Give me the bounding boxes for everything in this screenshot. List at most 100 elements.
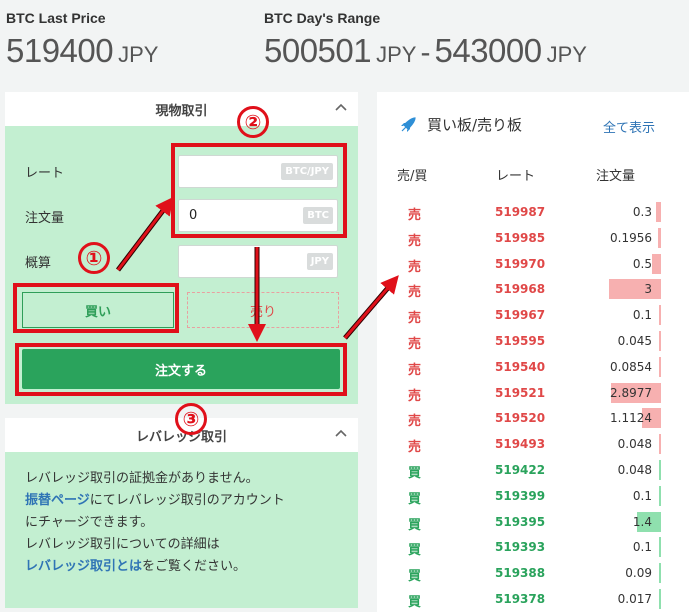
row-qty: 0.1 (632, 540, 652, 555)
orderbook-row[interactable]: 売 519985 0.1956 (377, 226, 688, 252)
day-range-low-unit: JPY (376, 42, 417, 67)
depth-bar (659, 563, 661, 584)
orderbook-row[interactable]: 買 519378 0.017 (377, 587, 688, 612)
row-side: 売 (408, 311, 422, 327)
orderbook-row[interactable]: 買 519422 0.048 (377, 458, 688, 484)
leverage-line-1: レバレッジ取引の証拠金がありません。 (25, 471, 259, 486)
row-rate: 519520 (495, 411, 546, 426)
leverage-line-2: 振替ページにてレバレッジ取引のアカウント (25, 490, 338, 512)
estimate-input: JPY (178, 245, 338, 278)
depth-bar (655, 202, 661, 222)
spot-panel-header[interactable]: 現物取引 (5, 92, 358, 126)
orderbook-row[interactable]: 売 519520 1.1124 (377, 406, 688, 432)
row-side: 買 (408, 491, 422, 507)
orderbook-row[interactable]: 売 519595 0.045 (377, 329, 688, 355)
depth-bar (659, 331, 661, 351)
orderbook-row[interactable]: 売 519987 0.3 (377, 200, 688, 226)
depth-bar (609, 279, 661, 300)
row-qty: 0.1956 (610, 230, 652, 245)
col-rate-header: レート (496, 169, 536, 184)
orderbook-row[interactable]: 買 519395 1.4 (377, 510, 688, 536)
row-qty: 0.048 (617, 437, 652, 452)
row-rate: 519493 (495, 437, 546, 452)
row-rate: 519393 (495, 540, 546, 555)
orderbook-title-row: 買い板/売り板 (399, 114, 522, 135)
leverage-panel: レバレッジ取引 レバレッジ取引の証拠金がありません。 振替ページにてレバレッジ取… (5, 418, 358, 608)
row-qty: 0.1 (632, 308, 652, 323)
row-qty: 3 (644, 282, 652, 297)
orderbook-row[interactable]: 売 519967 0.1 (377, 303, 688, 329)
sell-button[interactable]: 売り (187, 292, 339, 328)
last-price-value: 519400 (6, 32, 114, 69)
depth-bar (659, 305, 661, 326)
leverage-line-2-text: にてレバレッジ取引のアカウント (89, 493, 285, 508)
row-rate: 519967 (495, 308, 546, 323)
orderbook-row[interactable]: 買 519399 0.1 (377, 484, 688, 510)
row-rate: 519422 (495, 463, 546, 477)
step-2-marker: ② (237, 106, 269, 138)
day-range-high: 543000 (434, 32, 542, 69)
row-side: 買 (408, 517, 422, 533)
row-side: 買 (408, 466, 422, 481)
rocket-icon (401, 116, 416, 132)
show-all-link[interactable]: 全て表示 (603, 117, 655, 136)
orderbook-row[interactable]: 売 519540 0.0854 (377, 355, 688, 381)
row-rate: 519985 (495, 230, 546, 245)
day-range-stat: BTC Day's Range 500501 JPY - 543000 JPY (264, 10, 587, 70)
chevron-up-icon[interactable] (334, 101, 348, 115)
chevron-up-icon[interactable] (334, 427, 348, 441)
row-side: 売 (408, 414, 422, 430)
row-rate: 519987 (495, 205, 546, 219)
transfer-page-link[interactable]: 振替ページ (25, 493, 90, 508)
spot-panel-title: 現物取引 (155, 103, 208, 119)
row-qty: 2.8977 (610, 385, 652, 400)
row-qty: 0.1 (632, 488, 652, 503)
day-range-value-row: 500501 JPY - 543000 JPY (264, 32, 587, 70)
orderbook-row[interactable]: 売 519493 0.048 (377, 432, 688, 458)
orderbook-row[interactable]: 売 519968 3 (377, 277, 688, 303)
row-rate: 519399 (495, 488, 546, 503)
row-qty: 1.4 (632, 514, 652, 529)
step-1-marker: ① (78, 242, 110, 274)
row-qty: 1.1124 (610, 411, 652, 426)
last-price-unit: JPY (118, 42, 159, 67)
orderbook-row[interactable]: 売 519521 2.8977 (377, 381, 688, 407)
depth-bar (659, 485, 661, 506)
estimate-label: 概算 (25, 256, 52, 271)
row-side: 買 (408, 543, 422, 559)
row-rate: 519521 (495, 385, 546, 400)
orderbook-row[interactable]: 買 519393 0.1 (377, 535, 688, 561)
col-qty-header: 注文量 (596, 169, 636, 184)
row-rate: 519968 (495, 282, 546, 297)
row-side: 売 (408, 285, 422, 301)
leverage-info-text: レバレッジ取引の証拠金がありません。 振替ページにてレバレッジ取引のアカウント … (5, 452, 358, 578)
orderbook-row[interactable]: 売 519970 0.5 (377, 252, 688, 278)
about-leverage-link[interactable]: レバレッジ取引とは (25, 559, 142, 574)
depth-bar (652, 253, 661, 274)
orderbook-row[interactable]: 買 519388 0.09 (377, 561, 688, 587)
amount-label: 注文量 (25, 211, 65, 226)
row-side: 売 (408, 233, 422, 249)
orderbook-title: 買い板/売り板 (427, 116, 523, 134)
row-rate: 519595 (495, 334, 546, 348)
orderbook-panel: 買い板/売り板 全て表示 売/買 レート 注文量 売 519987 0.3 売 5199… (377, 92, 689, 612)
leverage-line-5-text: をご覧ください。 (142, 559, 247, 574)
row-side: 買 (408, 595, 422, 610)
leverage-line-4: レバレッジ取引についての詳細は (25, 537, 220, 552)
row-side: 売 (408, 362, 422, 378)
row-qty: 0.09 (625, 566, 652, 581)
row-rate: 519970 (495, 256, 546, 271)
depth-bar (659, 537, 661, 558)
depth-bar (659, 589, 661, 609)
row-qty: 0.0854 (610, 359, 652, 374)
row-rate: 519378 (495, 592, 546, 606)
day-range-low: 500501 (264, 32, 372, 69)
day-range-high-unit: JPY (546, 42, 587, 67)
rate-label: レート (25, 166, 65, 181)
row-side: 売 (408, 388, 422, 404)
row-side: 売 (408, 440, 422, 456)
day-range-label: BTC Day's Range (264, 10, 381, 26)
last-price-stat: BTC Last Price 519400 JPY (6, 10, 158, 70)
depth-bar (659, 460, 661, 480)
col-side-header: 売/買 (397, 169, 428, 184)
